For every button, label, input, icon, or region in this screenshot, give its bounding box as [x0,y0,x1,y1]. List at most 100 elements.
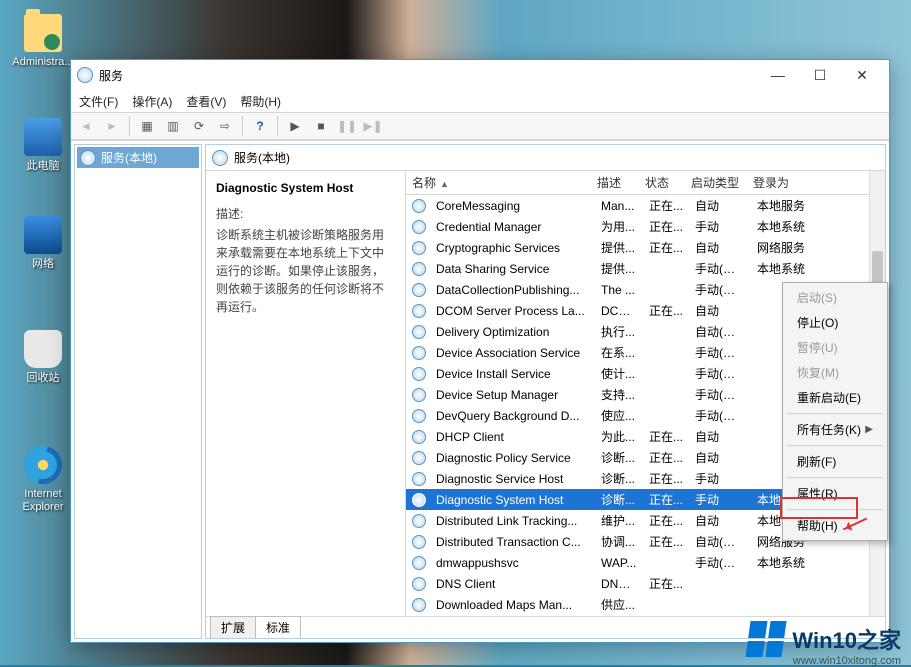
help-button[interactable]: ? [249,115,271,137]
forward-button[interactable]: ► [101,115,123,137]
service-row[interactable]: Credential Manager为用...正在...手动本地系统 [406,216,885,237]
cell-startup: 手动(触发... [689,281,751,298]
col-startup[interactable]: 启动类型 [685,174,747,191]
cell-name: CoreMessaging [430,199,595,213]
export-button[interactable]: ⇨ [214,115,236,137]
titlebar[interactable]: 服务 — ☐ ✕ [71,60,889,90]
cell-name: Diagnostic Policy Service [430,451,595,465]
cell-name: Data Sharing Service [430,262,595,276]
tree-pane: 服务(本地) [74,144,202,639]
tree-node-label: 服务(本地) [101,149,157,166]
sort-asc-icon: ▲ [440,179,449,189]
cell-startup: 手动 [689,218,751,235]
desktop-icon-network[interactable]: 网络 [8,216,78,271]
cell-name: Distributed Transaction C... [430,535,595,549]
tab-extended[interactable]: 扩展 [210,616,256,638]
service-row[interactable]: Data Sharing Service提供...手动(触发...本地系统 [406,258,885,279]
play-button[interactable]: ▶ [284,115,306,137]
desktop-icon-recycle[interactable]: 回收站 [8,330,78,385]
desktop-icon-this-pc[interactable]: 此电脑 [8,118,78,173]
separator [787,413,883,414]
col-logon[interactable]: 登录为 [747,174,817,191]
gear-icon [412,262,426,276]
service-row[interactable]: CoreMessagingMan...正在...自动本地服务 [406,195,885,216]
service-row[interactable]: Cryptographic Services提供...正在...自动网络服务 [406,237,885,258]
service-row[interactable]: Downloaded Maps Man...供应... [406,594,885,615]
back-button[interactable]: ◄ [75,115,97,137]
ctx-refresh[interactable]: 刷新(F) [785,449,885,474]
icon-label: 回收站 [8,372,78,385]
desktop-icon-admin[interactable]: Administra... [8,14,78,69]
cell-startup: 自动 [689,512,751,529]
ctx-restart[interactable]: 重新启动(E) [785,385,885,410]
gear-icon [412,346,426,360]
cell-logon: 网络服务 [751,239,821,256]
panel-button[interactable]: ▥ [162,115,184,137]
gear-icon [412,304,426,318]
column-headers[interactable]: 名称▲ 描述 状态 启动类型 登录为 [406,171,885,195]
col-status[interactable]: 状态 [639,174,685,191]
ctx-pause[interactable]: 暂停(U) [785,335,885,360]
cell-startup: 手动 [689,470,751,487]
cell-name: Cryptographic Services [430,241,595,255]
col-desc[interactable]: 描述 [591,174,639,191]
stop-button[interactable]: ■ [310,115,332,137]
cell-name: Device Association Service [430,346,595,360]
cell-startup: 手动(触发... [689,365,751,382]
pc-icon [24,118,62,156]
menu-help[interactable]: 帮助(H) [240,93,281,110]
desc-label: 描述: [216,205,395,223]
tab-standard[interactable]: 标准 [255,616,301,638]
cell-desc: 诊断... [595,470,643,487]
restart-button[interactable]: ▶❚ [362,115,384,137]
gear-icon [412,598,426,612]
cell-status: 正在... [643,218,689,235]
menu-view[interactable]: 查看(V) [186,93,226,110]
menu-action[interactable]: 操作(A) [132,93,172,110]
right-header-label: 服务(本地) [234,149,290,166]
layout-button[interactable]: ▦ [136,115,158,137]
ctx-stop[interactable]: 停止(O) [785,310,885,335]
close-button[interactable]: ✕ [841,62,883,88]
cell-desc: 使应... [595,407,643,424]
cell-desc: 为用... [595,218,643,235]
gear-icon [412,241,426,255]
minimize-button[interactable]: — [757,62,799,88]
cell-name: dmwappushsvc [430,556,595,570]
cell-startup: 手动(触发... [689,554,751,571]
refresh-button[interactable]: ⟳ [188,115,210,137]
icon-label: Internet Explorer [8,488,78,514]
cell-status: 正在... [643,470,689,487]
maximize-button[interactable]: ☐ [799,62,841,88]
cell-startup: 自动(延迟... [689,323,751,340]
pause-button[interactable]: ❚❚ [336,115,358,137]
menu-file[interactable]: 文件(F) [79,93,118,110]
right-header: 服务(本地) [206,145,885,171]
cell-desc: 诊断... [595,491,643,508]
col-name[interactable]: 名称▲ [406,174,591,191]
service-row[interactable]: DNS ClientDNS ...正在... [406,573,885,594]
tree-node-services-local[interactable]: 服务(本地) [77,147,199,168]
desc-text: 诊断系统主机被诊断策略服务用来承载需要在本地系统上下文中运行的诊断。如果停止该服… [216,226,395,316]
ctx-all-tasks[interactable]: 所有任务(K)▶ [785,417,885,442]
service-row[interactable]: dmwappushsvcWAP...手动(触发...本地系统 [406,552,885,573]
gear-icon [412,388,426,402]
cell-startup: 自动 [689,239,751,256]
cell-name: Device Install Service [430,367,595,381]
cell-name: Distributed Link Tracking... [430,514,595,528]
ctx-start[interactable]: 启动(S) [785,285,885,310]
cell-name: Credential Manager [430,220,595,234]
cell-status: 正在... [643,533,689,550]
icon-label: 此电脑 [8,160,78,173]
gear-icon [412,220,426,234]
cell-name: Diagnostic Service Host [430,472,595,486]
desktop-icon-ie[interactable]: Internet Explorer [8,446,78,514]
cell-logon: 本地服务 [751,197,821,214]
cell-startup: 自动 [689,428,751,445]
network-icon [24,216,62,254]
icon-label: 网络 [8,258,78,271]
cell-status: 正在... [643,491,689,508]
ctx-resume[interactable]: 恢复(M) [785,360,885,385]
gear-icon [412,493,426,507]
gear-icon [412,577,426,591]
